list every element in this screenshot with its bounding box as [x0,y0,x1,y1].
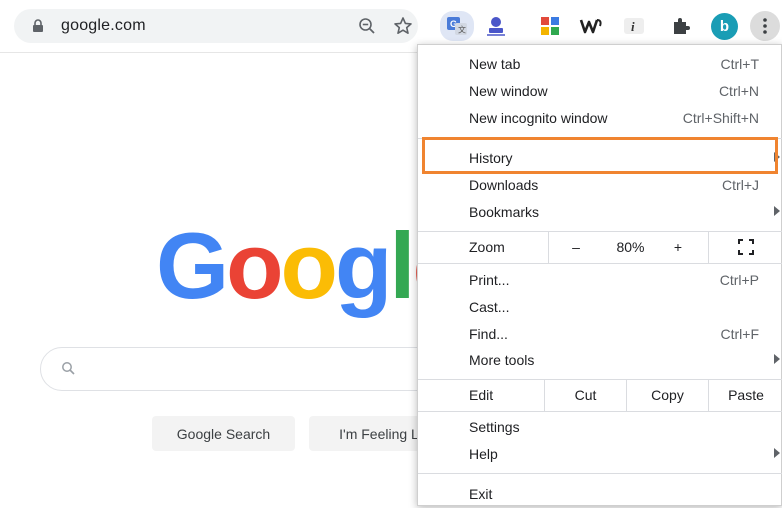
logo-letter: o [226,213,283,318]
menu-separator [418,411,782,412]
menu-item-print[interactable]: Print... Ctrl+P [418,268,782,294]
menu-item-label: New incognito window [469,110,608,126]
url-text[interactable]: google.com [61,17,146,35]
menu-item-shortcut: Ctrl+P [719,272,759,288]
menu-item-more-tools[interactable]: More tools [418,348,782,374]
menu-item-bookmarks[interactable]: Bookmarks [418,200,782,226]
extension-icon-3[interactable] [537,13,563,39]
zoom-out-icon[interactable] [358,17,376,35]
menu-item-label: Help [469,446,498,462]
extensions-puzzle-icon[interactable] [668,13,694,39]
star-icon[interactable] [393,16,413,36]
menu-item-cast[interactable]: Cast... [418,295,782,321]
fullscreen-icon [738,239,754,255]
chrome-menu-icon[interactable] [750,11,780,41]
zoom-row: Zoom – 80% + [418,231,782,263]
menu-item-label: Print... [469,272,510,288]
logo-letter: G [156,213,229,318]
extension-icon-2[interactable] [483,13,509,39]
google-logo: Google [156,213,465,318]
menu-item-exit[interactable]: Exit [418,482,782,508]
logo-letter: o [280,213,338,318]
profile-avatar[interactable]: b [711,13,738,40]
menu-item-shortcut: Ctrl+J [722,177,759,193]
lock-icon[interactable] [31,19,45,33]
menu-item-label: Exit [469,486,493,502]
search-input[interactable] [40,347,462,391]
google-search-button[interactable]: Google Search [152,416,295,451]
zoom-label: Zoom [469,239,505,255]
zoom-out-button[interactable]: – [548,231,603,263]
menu-item-label: Find... [469,326,508,342]
edit-label: Edit [469,387,494,403]
zoom-in-button[interactable]: + [658,231,698,263]
menu-item-shortcut: Ctrl+Shift+N [682,110,759,126]
menu-item-label: More tools [469,352,535,368]
menu-item-new-window[interactable]: New window Ctrl+N [418,79,782,105]
extension-icon-weebly[interactable] [578,13,604,39]
paste-button[interactable]: Paste [708,379,782,411]
menu-item-new-tab[interactable]: New tab Ctrl+T [418,52,782,78]
menu-item-settings[interactable]: Settings [418,415,782,441]
menu-separator [418,473,782,474]
extension-icon-info[interactable]: i [621,13,647,39]
menu-item-label: Bookmarks [469,204,540,220]
cut-button[interactable]: Cut [544,379,626,411]
menu-item-help[interactable]: Help [418,442,782,468]
svg-text:文: 文 [458,25,466,35]
menu-item-shortcut: Ctrl+N [718,83,759,99]
menu-item-label: New window [469,83,548,99]
translate-extension-icon[interactable]: G 文 [440,11,474,41]
menu-item-label: New tab [469,56,521,72]
chrome-main-menu: New tab Ctrl+T New window Ctrl+N New inc… [417,44,782,506]
zoom-level-value: 80% [616,239,645,255]
edit-row: Edit Cut Copy Paste [418,379,782,411]
submenu-arrow-icon [774,206,780,216]
menu-item-label: Downloads [469,177,539,193]
copy-button[interactable]: Copy [626,379,708,411]
menu-item-label: Settings [469,419,520,435]
address-bar[interactable]: google.com [14,9,418,43]
svg-text:i: i [631,19,635,34]
logo-letter: g [334,213,392,318]
menu-item-new-incognito-window[interactable]: New incognito window Ctrl+Shift+N [418,106,782,132]
submenu-arrow-icon [774,354,780,364]
menu-item-find[interactable]: Find... Ctrl+F [418,322,782,348]
history-highlight-box [422,137,778,174]
menu-item-label: Cast... [469,299,510,315]
submenu-arrow-icon [774,448,780,458]
search-icon [62,362,75,375]
logo-letter: l [389,213,415,318]
menu-separator [418,263,782,264]
menu-item-downloads[interactable]: Downloads Ctrl+J [418,173,782,199]
menu-item-shortcut: Ctrl+F [720,326,760,342]
menu-item-shortcut: Ctrl+T [720,56,760,72]
fullscreen-button[interactable] [708,231,782,263]
